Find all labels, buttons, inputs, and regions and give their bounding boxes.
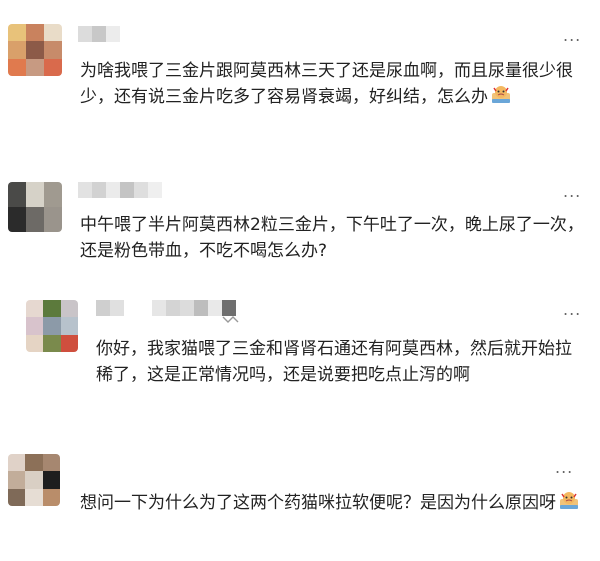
reply-item: ... 你好，我家猫喂了三金和肾肾石通还有阿莫西林，然后就开始拉稀了，这是正常情… [0, 290, 600, 440]
more-options-icon[interactable]: ... [563, 184, 581, 200]
username[interactable] [78, 182, 162, 198]
more-options-icon[interactable]: ... [563, 302, 581, 318]
comment-item: ... 为啥我喂了三金片跟阿莫西林三天了还是尿血啊，而且尿量很少很少，还有说三金… [0, 0, 600, 160]
comment-text: 中午喂了半片阿莫西林2粒三金片，下午吐了一次，晚上尿了一次，还是粉色带血，不吃不… [80, 212, 588, 264]
avatar[interactable] [8, 454, 60, 506]
more-options-icon[interactable]: ... [563, 28, 581, 44]
avatar[interactable] [26, 300, 78, 352]
avatar[interactable] [8, 182, 62, 232]
comment-body: 想问一下为什么为了这两个药猫咪拉软便呢？是因为什么原因呀 [80, 493, 556, 513]
comment-text: 你好，我家猫喂了三金和肾肾石通还有阿莫西林，然后就开始拉稀了，这是正常情况吗，还… [96, 336, 586, 388]
comment-text: 为啥我喂了三金片跟阿莫西林三天了还是尿血啊，而且尿量很少很少，还有说三金片吃多了… [80, 58, 588, 110]
avatar[interactable] [8, 24, 62, 76]
comment-item: ... 中午喂了半片阿莫西林2粒三金片，下午吐了一次，晚上尿了一次，还是粉色带血… [0, 160, 600, 280]
username[interactable] [96, 300, 236, 316]
reply-arrow-icon [222, 316, 239, 323]
comment-item: ... 想问一下为什么为了这两个药猫咪拉软便呢？是因为什么原因呀 [0, 440, 600, 561]
crying-emoji-icon [492, 86, 510, 103]
username[interactable] [78, 26, 120, 42]
crying-emoji-icon [560, 492, 578, 509]
comment-text: 想问一下为什么为了这两个药猫咪拉软便呢？是因为什么原因呀 [80, 490, 590, 516]
more-options-icon[interactable]: ... [555, 460, 573, 476]
comment-body: 你好，我家猫喂了三金和肾肾石通还有阿莫西林，然后就开始拉稀了，这是正常情况吗，还… [96, 339, 572, 385]
comment-body: 中午喂了半片阿莫西林2粒三金片，下午吐了一次，晚上尿了一次，还是粉色带血，不吃不… [80, 215, 584, 261]
